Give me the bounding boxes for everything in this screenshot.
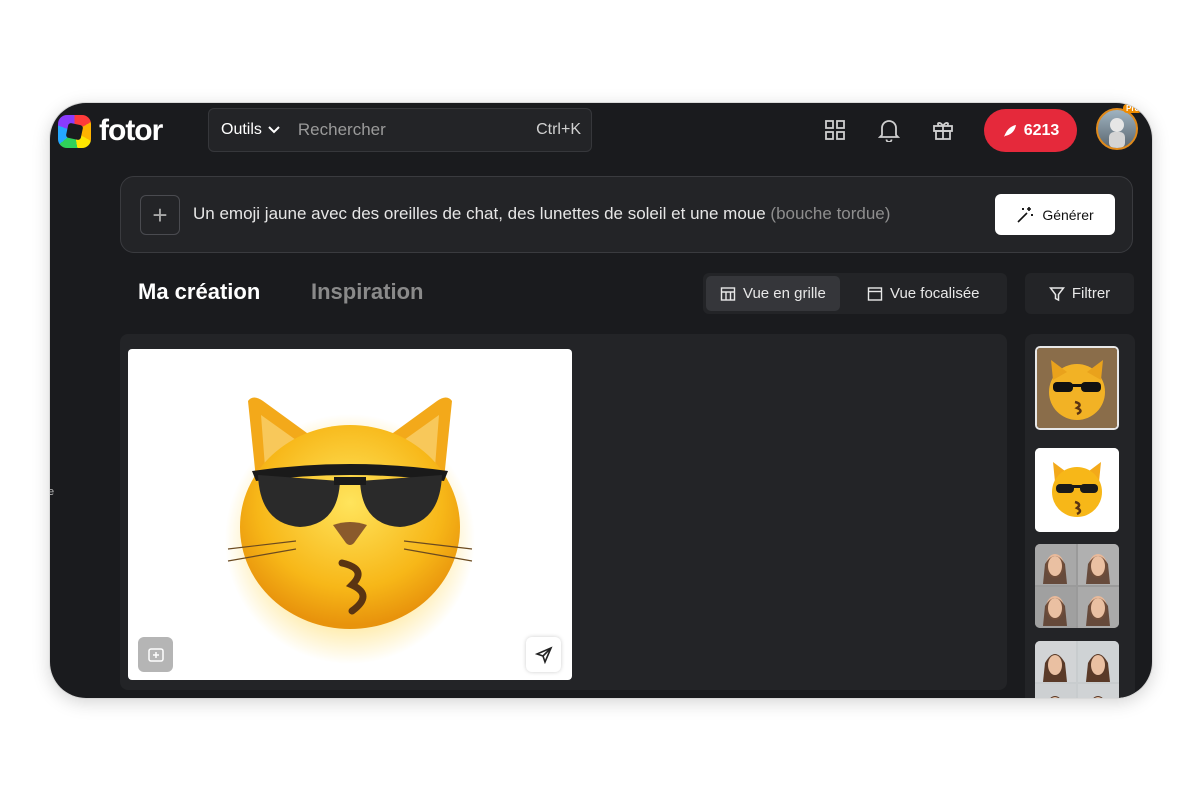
share-button[interactable] [526, 637, 561, 672]
thumbnail-item[interactable] [1035, 641, 1119, 698]
user-avatar[interactable] [1096, 108, 1138, 150]
view-toggle: Vue en grille Vue focalisée [703, 273, 1007, 314]
generated-image-card[interactable] [128, 349, 572, 680]
thumbnail-item[interactable] [1035, 544, 1119, 628]
thumbnail-cat-emoji [1035, 448, 1119, 532]
tools-dropdown[interactable]: Outils [221, 121, 280, 139]
thumbnail-item[interactable] [1035, 346, 1119, 430]
pro-badge: Pro [1123, 104, 1143, 113]
generate-button[interactable]: Générer [995, 194, 1115, 235]
grid-view-icon [720, 286, 736, 301]
magic-wand-icon [1017, 206, 1034, 223]
focused-view-button[interactable]: Vue focalisée [853, 276, 994, 311]
credits-count: 6213 [1023, 121, 1060, 139]
credits-button[interactable]: 6213 [984, 109, 1077, 152]
search-input[interactable] [295, 119, 520, 141]
feather-icon [1003, 124, 1016, 137]
send-icon [534, 645, 553, 664]
filter-label: Filtrer [1071, 285, 1111, 302]
prompt-text-faded: (bouche tordue) [770, 204, 891, 223]
grid-view-label: Vue en grille [743, 285, 826, 302]
add-to-canvas-button[interactable] [138, 637, 173, 672]
image-add-icon [147, 647, 164, 662]
search-bar: Outils Ctrl+K [208, 108, 592, 152]
fotor-logo-icon [58, 114, 91, 148]
fotor-logo[interactable]: fotor [58, 114, 163, 148]
generate-label: Générer [1042, 206, 1094, 223]
tab-ma-creation[interactable]: Ma création [138, 279, 260, 305]
gift-icon[interactable] [930, 117, 956, 143]
plus-icon: + [152, 199, 168, 230]
prompt-input[interactable]: Un emoji jaune avec des oreilles de chat… [193, 204, 890, 224]
app-window: fotor Outils Ctrl+K 6213 [50, 103, 1152, 698]
focused-view-icon [867, 286, 883, 301]
search-shortcut: Ctrl+K [536, 121, 581, 138]
sidebar-edge-glyph: e [50, 486, 55, 498]
focused-view-label: Vue focalisée [890, 285, 980, 302]
thumbnail-cat-painting [1037, 348, 1117, 428]
avatar-image [1109, 118, 1125, 148]
cat-emoji-image [225, 397, 475, 664]
tools-label: Outils [221, 121, 262, 138]
apps-grid-icon[interactable] [822, 117, 848, 143]
logo-text: fotor [99, 114, 163, 147]
grid-view-button[interactable]: Vue en grille [706, 276, 840, 311]
filter-icon [1048, 286, 1065, 301]
thumbnail-portrait-grid [1035, 544, 1119, 628]
tab-inspiration[interactable]: Inspiration [311, 279, 423, 305]
thumbnail-item[interactable] [1035, 448, 1119, 532]
prompt-box: + Un emoji jaune avec des oreilles de ch… [120, 176, 1133, 253]
prompt-text: Un emoji jaune avec des oreilles de chat… [193, 204, 771, 223]
thumbnail-portrait-grid [1035, 641, 1119, 698]
add-image-button[interactable]: + [140, 195, 180, 235]
filter-button[interactable]: Filtrer [1025, 273, 1134, 314]
chevron-down-icon [268, 126, 280, 134]
bell-icon[interactable] [876, 117, 902, 143]
